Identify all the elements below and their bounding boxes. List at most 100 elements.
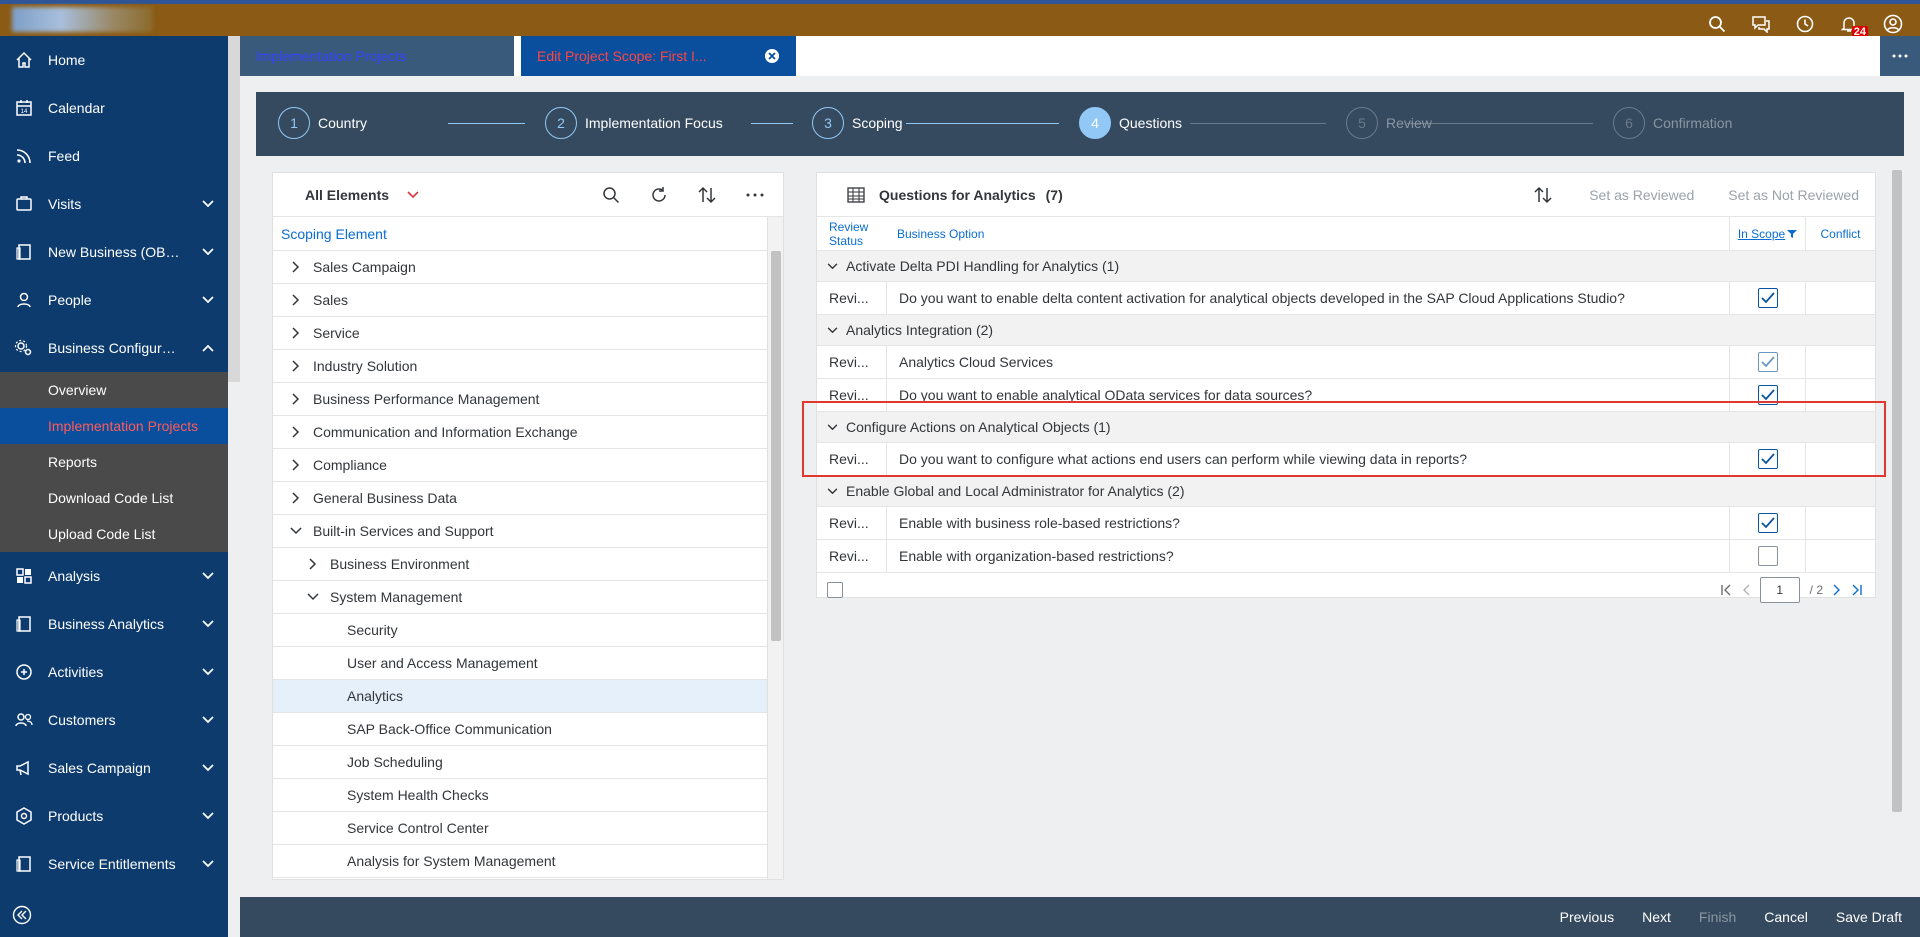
table-row[interactable]: Revi... Do you want to enable delta cont… bbox=[817, 281, 1875, 315]
nav-item-new-business[interactable]: New Business (OBSOLETE) bbox=[0, 228, 228, 276]
chevron-down-icon[interactable] bbox=[188, 668, 228, 676]
chevron-right-icon[interactable] bbox=[306, 558, 320, 570]
save-draft-button[interactable]: Save Draft bbox=[1822, 909, 1916, 925]
column-header-scoping-element[interactable]: Scoping Element bbox=[273, 217, 783, 251]
chevron-down-icon[interactable] bbox=[827, 326, 838, 334]
tree-leaf[interactable]: Security bbox=[273, 614, 768, 647]
close-tab-icon[interactable] bbox=[764, 48, 780, 64]
refresh-icon[interactable] bbox=[647, 183, 671, 207]
collapse-sidebar-icon[interactable] bbox=[12, 905, 32, 925]
table-row[interactable]: Revi... Enable with organization-based r… bbox=[817, 539, 1875, 573]
in-scope-checkbox[interactable] bbox=[1757, 546, 1778, 566]
in-scope-checkbox[interactable] bbox=[1757, 513, 1778, 533]
chevron-right-icon[interactable] bbox=[289, 393, 303, 405]
table-row[interactable]: Revi... Enable with business role-based … bbox=[817, 506, 1875, 540]
wizard-step-scoping[interactable]: 3 Scoping bbox=[812, 106, 903, 140]
chevron-down-icon[interactable] bbox=[188, 860, 228, 868]
tree-node[interactable]: Sales Campaign bbox=[273, 251, 768, 284]
wizard-step-questions[interactable]: 4 Questions bbox=[1079, 106, 1182, 140]
tree-leaf[interactable]: Job Scheduling bbox=[273, 746, 768, 779]
tab-implementation-projects[interactable]: Implementation Projects bbox=[240, 36, 514, 76]
set-as-not-reviewed-button[interactable]: Set as Not Reviewed bbox=[1728, 187, 1859, 203]
tree-node[interactable]: Business Environment bbox=[273, 548, 768, 581]
tree-leaf[interactable]: Analysis for System Management bbox=[273, 845, 768, 878]
nav-item-calendar[interactable]: 14 Calendar bbox=[0, 84, 228, 132]
nav-item-activities[interactable]: Activities bbox=[0, 648, 228, 696]
group-header-row[interactable]: Configure Actions on Analytical Objects … bbox=[817, 412, 1875, 443]
chevron-down-icon[interactable] bbox=[827, 423, 838, 431]
select-all-checkbox[interactable] bbox=[827, 582, 843, 598]
nav-item-people[interactable]: People bbox=[0, 276, 228, 324]
sort-icon[interactable] bbox=[695, 183, 719, 207]
wizard-step-implementation-focus[interactable]: 2 Implementation Focus bbox=[545, 106, 723, 140]
more-options-icon[interactable] bbox=[1880, 36, 1920, 76]
in-scope-checkbox[interactable] bbox=[1757, 449, 1778, 469]
tree-leaf[interactable]: System Health Checks bbox=[273, 779, 768, 812]
chevron-right-icon[interactable] bbox=[289, 492, 303, 504]
chevron-right-icon[interactable] bbox=[289, 360, 303, 372]
chevron-down-icon[interactable] bbox=[188, 248, 228, 256]
sub-item-upload-code-list[interactable]: Upload Code List bbox=[0, 516, 228, 552]
chevron-down-icon[interactable] bbox=[188, 572, 228, 580]
chevron-up-icon[interactable] bbox=[188, 344, 228, 352]
previous-page-icon[interactable] bbox=[1742, 584, 1750, 596]
tree-node[interactable]: Business Performance Management bbox=[273, 383, 768, 416]
chevron-right-icon[interactable] bbox=[289, 327, 303, 339]
clock-icon[interactable] bbox=[1792, 11, 1818, 37]
nav-item-service-entitlements[interactable]: Service Entitlements bbox=[0, 840, 228, 888]
group-header-row[interactable]: Enable Global and Local Administrator fo… bbox=[817, 476, 1875, 507]
table-row[interactable]: Revi... Do you want to configure what ac… bbox=[817, 442, 1875, 476]
nav-item-home[interactable]: Home bbox=[0, 36, 228, 84]
first-page-icon[interactable] bbox=[1720, 584, 1732, 596]
tree-leaf[interactable]: SAP Back-Office Communication bbox=[273, 713, 768, 746]
nav-item-products[interactable]: Products bbox=[0, 792, 228, 840]
nav-item-visits[interactable]: Visits bbox=[0, 180, 228, 228]
tree-node[interactable]: Industry Solution bbox=[273, 350, 768, 383]
sub-item-reports[interactable]: Reports bbox=[0, 444, 228, 480]
chat-icon[interactable] bbox=[1748, 11, 1774, 37]
column-header-review-status[interactable]: Review Status bbox=[817, 220, 887, 248]
user-profile-icon[interactable] bbox=[1880, 11, 1906, 37]
tree-node[interactable]: Sales bbox=[273, 284, 768, 317]
last-page-icon[interactable] bbox=[1851, 584, 1863, 596]
chevron-down-icon[interactable] bbox=[306, 593, 320, 601]
previous-button[interactable]: Previous bbox=[1546, 909, 1628, 925]
column-header-conflict[interactable]: Conflict bbox=[1805, 216, 1875, 251]
overflow-menu-icon[interactable] bbox=[743, 183, 767, 207]
tree-scrollbar[interactable] bbox=[767, 217, 783, 879]
group-header-row[interactable]: Activate Delta PDI Handling for Analytic… bbox=[817, 251, 1875, 282]
tree-leaf[interactable]: User and Access Management bbox=[273, 647, 768, 680]
table-row[interactable]: Revi... Do you want to enable analytical… bbox=[817, 378, 1875, 412]
tree-node[interactable]: System Management bbox=[273, 581, 768, 614]
search-icon[interactable] bbox=[599, 183, 623, 207]
nav-item-sales-campaign[interactable]: Sales Campaign bbox=[0, 744, 228, 792]
element-filter-select[interactable]: All Elements bbox=[305, 187, 419, 203]
chevron-right-icon[interactable] bbox=[289, 459, 303, 471]
chevron-right-icon[interactable] bbox=[289, 294, 303, 306]
tree-node[interactable]: Compliance bbox=[273, 449, 768, 482]
page-number-input[interactable] bbox=[1759, 577, 1800, 603]
column-header-in-scope[interactable]: In Scope bbox=[1729, 216, 1805, 251]
cancel-button[interactable]: Cancel bbox=[1750, 909, 1822, 925]
page-scrollbar-thumb[interactable] bbox=[1892, 170, 1902, 812]
search-icon[interactable] bbox=[1704, 11, 1730, 37]
notifications-bell-icon[interactable]: 24 bbox=[1836, 11, 1868, 39]
nav-item-customers[interactable]: Customers bbox=[0, 696, 228, 744]
chevron-right-icon[interactable] bbox=[289, 426, 303, 438]
sort-icon[interactable] bbox=[1531, 183, 1555, 207]
sub-item-download-code-list[interactable]: Download Code List bbox=[0, 480, 228, 516]
in-scope-checkbox[interactable] bbox=[1757, 288, 1778, 308]
nav-item-business-configuration[interactable]: Business Configuration bbox=[0, 324, 228, 372]
sub-item-implementation-projects[interactable]: Implementation Projects bbox=[0, 408, 228, 444]
tree-node[interactable]: Service bbox=[273, 317, 768, 350]
nav-item-business-analytics[interactable]: Business Analytics bbox=[0, 600, 228, 648]
next-page-icon[interactable] bbox=[1833, 584, 1841, 596]
tab-edit-project-scope[interactable]: Edit Project Scope: First I... bbox=[521, 36, 796, 76]
chevron-down-icon[interactable] bbox=[188, 620, 228, 628]
chevron-down-icon[interactable] bbox=[827, 487, 838, 495]
sidebar-scrollbar[interactable] bbox=[228, 36, 240, 382]
tree-leaf-selected[interactable]: Analytics bbox=[273, 680, 768, 713]
chevron-right-icon[interactable] bbox=[289, 261, 303, 273]
in-scope-checkbox[interactable] bbox=[1757, 352, 1778, 372]
chevron-down-icon[interactable] bbox=[188, 812, 228, 820]
